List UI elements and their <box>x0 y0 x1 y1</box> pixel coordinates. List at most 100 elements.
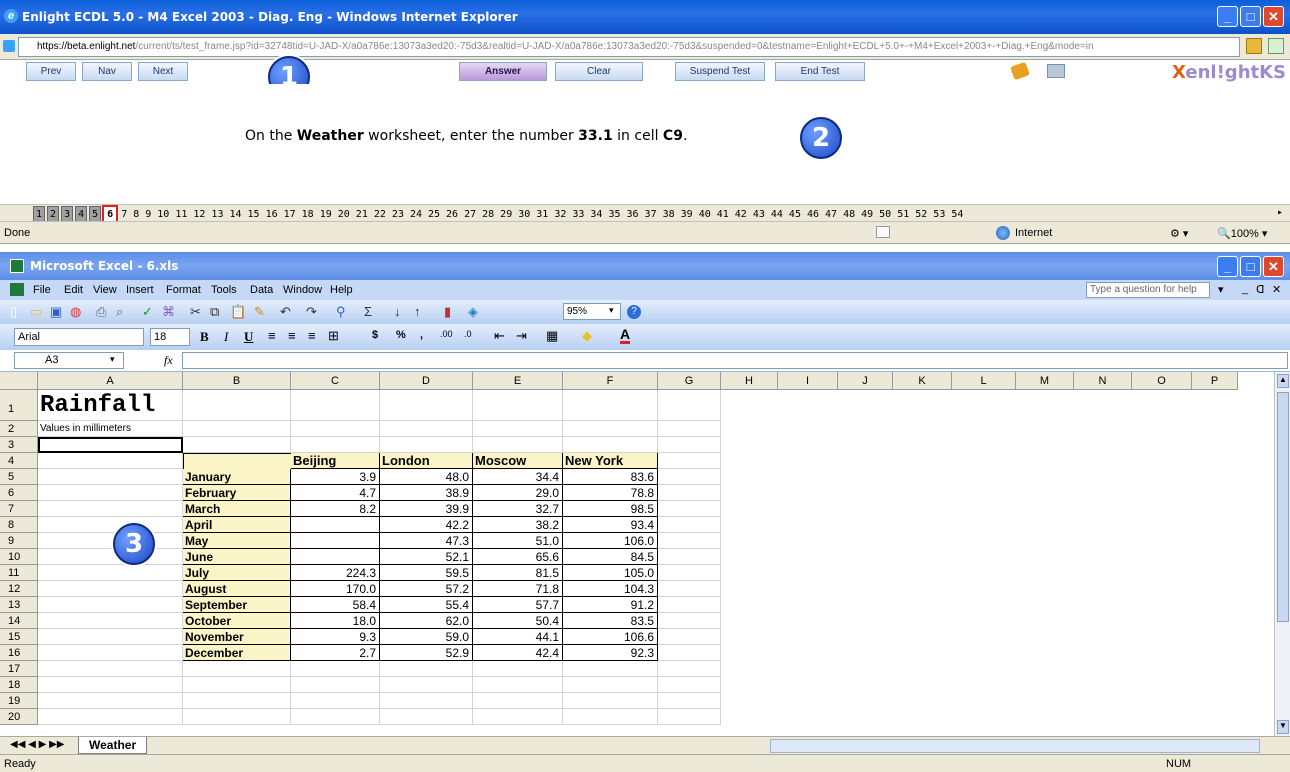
row-header-5[interactable]: 5 <box>0 469 38 485</box>
cell-g14[interactable] <box>658 613 721 629</box>
column-header-e[interactable]: E <box>473 372 563 390</box>
cell-f17[interactable] <box>563 661 658 677</box>
maximize-button[interactable]: □ <box>1240 6 1261 27</box>
row-header-7[interactable]: 7 <box>0 501 38 517</box>
comma-icon[interactable]: , <box>420 329 423 341</box>
cell-a11[interactable] <box>38 565 183 581</box>
cell-e17[interactable] <box>473 661 563 677</box>
spelling-icon[interactable]: ✓ <box>142 304 153 320</box>
column-header-b[interactable]: B <box>183 372 291 390</box>
cell-e2[interactable] <box>473 421 563 437</box>
column-header-g[interactable]: G <box>658 372 721 390</box>
question-number-8[interactable]: 8 <box>130 207 142 221</box>
row-header-19[interactable]: 19 <box>0 693 38 709</box>
doc-minimize-icon[interactable]: _ <box>1242 283 1248 295</box>
cell-c1[interactable] <box>291 390 380 421</box>
cell-g11[interactable] <box>658 565 721 581</box>
increase-decimal-icon[interactable]: .00 <box>440 329 453 339</box>
tab-nav-icons[interactable]: ◀◀ ◀ ▶ ▶▶ <box>10 739 64 750</box>
question-number-53[interactable]: 53 <box>930 207 948 221</box>
drawing-icon[interactable]: ◈ <box>468 304 478 320</box>
menu-file[interactable]: File <box>33 284 51 296</box>
column-header-f[interactable]: F <box>563 372 658 390</box>
decrease-indent-icon[interactable]: ⇤ <box>494 328 505 344</box>
increase-indent-icon[interactable]: ⇥ <box>516 328 527 344</box>
question-number-12[interactable]: 12 <box>190 207 208 221</box>
cell-a14[interactable] <box>38 613 183 629</box>
question-number-25[interactable]: 25 <box>425 207 443 221</box>
borders-icon[interactable]: ▦ <box>546 328 558 344</box>
cell-d2[interactable] <box>380 421 473 437</box>
question-number-32[interactable]: 32 <box>551 207 569 221</box>
question-number-22[interactable]: 22 <box>371 207 389 221</box>
question-number-4[interactable]: 4 <box>75 206 88 221</box>
question-number-24[interactable]: 24 <box>407 207 425 221</box>
minimize-button[interactable]: _ <box>1217 6 1238 27</box>
question-number-9[interactable]: 9 <box>142 207 154 221</box>
question-number-20[interactable]: 20 <box>335 207 353 221</box>
cell-a10[interactable] <box>38 549 183 565</box>
cell-b2[interactable] <box>183 421 291 437</box>
question-number-41[interactable]: 41 <box>714 207 732 221</box>
select-all-corner[interactable] <box>0 372 38 390</box>
question-number-45[interactable]: 45 <box>786 207 804 221</box>
cell-f18[interactable] <box>563 677 658 693</box>
cell-a19[interactable] <box>38 693 183 709</box>
menu-edit[interactable]: Edit <box>64 284 83 296</box>
cell-a7[interactable] <box>38 501 183 517</box>
question-number-15[interactable]: 15 <box>245 207 263 221</box>
autosum-icon[interactable]: Σ <box>364 304 372 319</box>
fill-color-icon[interactable]: ◆ <box>582 328 592 344</box>
question-number-1[interactable]: 1 <box>33 206 46 221</box>
help-dropdown-icon[interactable]: ▾ <box>1218 283 1224 296</box>
function-icon[interactable]: fx <box>164 353 173 368</box>
column-header-c[interactable]: C <box>291 372 380 390</box>
formula-input[interactable] <box>182 352 1288 369</box>
hyperlink-icon[interactable]: ⚲ <box>336 304 346 320</box>
cell-a18[interactable] <box>38 677 183 693</box>
currency-icon[interactable]: $ <box>372 329 378 341</box>
cell-g17[interactable] <box>658 661 721 677</box>
cell-d3[interactable] <box>380 437 473 453</box>
menu-window[interactable]: Window <box>283 284 322 296</box>
question-number-14[interactable]: 14 <box>226 207 244 221</box>
cell-f20[interactable] <box>563 709 658 725</box>
question-number-47[interactable]: 47 <box>822 207 840 221</box>
suspend-test-button[interactable]: Suspend Test <box>675 62 765 81</box>
question-number-42[interactable]: 42 <box>732 207 750 221</box>
vertical-scrollbar[interactable]: ▲ ▼ <box>1274 372 1290 736</box>
excel-maximize-button[interactable]: □ <box>1240 256 1261 277</box>
column-header-d[interactable]: D <box>380 372 473 390</box>
bold-button[interactable]: B <box>200 329 209 345</box>
cell-g10[interactable] <box>658 549 721 565</box>
cell-a20[interactable] <box>38 709 183 725</box>
url-field[interactable]: https://beta.enlight.net/current/ts/test… <box>18 37 1240 57</box>
question-number-23[interactable]: 23 <box>389 207 407 221</box>
prev-button[interactable]: Prev <box>26 62 76 81</box>
question-number-30[interactable]: 30 <box>515 207 533 221</box>
column-header-o[interactable]: O <box>1132 372 1192 390</box>
question-number-34[interactable]: 34 <box>587 207 605 221</box>
question-number-6[interactable]: 6 <box>102 205 119 221</box>
cell-g2[interactable] <box>658 421 721 437</box>
open-icon[interactable]: ▭ <box>30 304 42 320</box>
align-center-icon[interactable]: ≡ <box>288 328 296 343</box>
cell-a8[interactable] <box>38 517 183 533</box>
column-header-l[interactable]: L <box>952 372 1016 390</box>
cell-c17[interactable] <box>291 661 380 677</box>
cell-g13[interactable] <box>658 597 721 613</box>
cell-g18[interactable] <box>658 677 721 693</box>
format-painter-icon[interactable]: ✎ <box>254 304 265 320</box>
cell-g1[interactable] <box>658 390 721 421</box>
cell-e3[interactable] <box>473 437 563 453</box>
underline-button[interactable]: U <box>244 329 253 345</box>
cell-b3[interactable] <box>183 437 291 453</box>
question-number-13[interactable]: 13 <box>208 207 226 221</box>
row-header-16[interactable]: 16 <box>0 645 38 661</box>
cell-a6[interactable] <box>38 485 183 501</box>
row-header-10[interactable]: 10 <box>0 549 38 565</box>
cell-a12[interactable] <box>38 581 183 597</box>
scroll-right-icon[interactable]: ▸ <box>1274 205 1286 221</box>
row-header-12[interactable]: 12 <box>0 581 38 597</box>
question-number-26[interactable]: 26 <box>443 207 461 221</box>
